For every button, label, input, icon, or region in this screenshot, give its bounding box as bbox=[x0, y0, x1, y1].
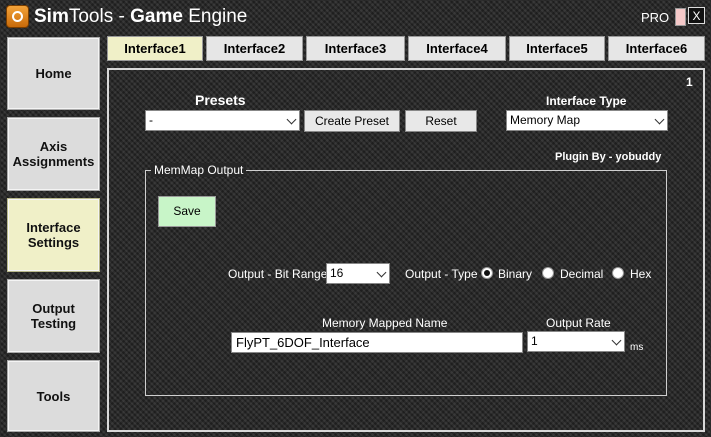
save-button[interactable]: Save bbox=[158, 196, 216, 227]
sidebar-item-label: Home bbox=[35, 66, 72, 81]
tab-interface1[interactable]: Interface1 bbox=[107, 36, 203, 61]
chevron-down-icon bbox=[286, 114, 297, 125]
interface-type-select[interactable]: Memory Map bbox=[506, 110, 668, 131]
reset-button[interactable]: Reset bbox=[405, 110, 477, 132]
sidebar-item-axis-assignments[interactable]: Axis Assignments bbox=[7, 117, 100, 191]
interface-type-label: Interface Type bbox=[546, 94, 627, 108]
tab-interface2[interactable]: Interface2 bbox=[206, 36, 303, 61]
chevron-down-icon bbox=[654, 114, 665, 125]
sidebar-item-label: Tools bbox=[36, 388, 71, 404]
output-rate-value: 1 bbox=[531, 334, 538, 348]
preset-select-value: - bbox=[149, 113, 153, 127]
tab-interface3[interactable]: Interface3 bbox=[306, 36, 405, 61]
presets-label: Presets bbox=[195, 92, 246, 108]
interface-number: 1 bbox=[686, 75, 693, 89]
sidebar-item-label: Output Testing bbox=[30, 301, 77, 331]
sidebar-item-output-testing[interactable]: Output Testing bbox=[7, 279, 100, 353]
output-rate-unit: ms bbox=[630, 342, 644, 353]
close-button[interactable]: X bbox=[688, 7, 705, 24]
edition-label: PRO bbox=[641, 10, 670, 25]
tab-interface5[interactable]: Interface5 bbox=[509, 36, 605, 61]
title-part-tools: Tools - bbox=[68, 6, 131, 27]
plugin-author: Plugin By - yobuddy bbox=[555, 151, 662, 163]
sidebar-item-home[interactable]: Home bbox=[7, 37, 100, 110]
output-rate-select[interactable]: 1 bbox=[527, 331, 625, 352]
preset-select[interactable]: - bbox=[145, 110, 300, 131]
memmap-output-group bbox=[145, 170, 667, 396]
mapped-name-label: Memory Mapped Name bbox=[322, 316, 448, 330]
bit-range-value: 16 bbox=[330, 266, 344, 280]
title-part-engine: Engine bbox=[182, 6, 248, 27]
title-bar: SimTools - Game Engine PRO X bbox=[0, 0, 711, 34]
radio-decimal[interactable] bbox=[542, 267, 554, 279]
app-logo-icon bbox=[6, 5, 29, 28]
sidebar-item-interface-settings[interactable]: Interface Settings bbox=[7, 198, 100, 272]
output-type-label: Output - Type bbox=[405, 267, 478, 281]
memmap-output-title: MemMap Output bbox=[151, 163, 247, 177]
tab-interface4[interactable]: Interface4 bbox=[408, 36, 506, 61]
radio-hex-label: Hex bbox=[630, 267, 652, 281]
edition-indicator bbox=[675, 8, 686, 26]
bit-range-select[interactable]: 16 bbox=[326, 263, 390, 284]
chevron-down-icon bbox=[376, 267, 387, 278]
window-title: SimTools - Game Engine bbox=[34, 6, 247, 28]
title-part-game: Game bbox=[130, 6, 183, 27]
bit-range-label: Output - Bit Range bbox=[228, 267, 328, 281]
radio-binary-label: Binary bbox=[498, 267, 533, 281]
sidebar-item-tools[interactable]: Tools bbox=[7, 360, 100, 432]
radio-hex[interactable] bbox=[612, 267, 624, 279]
radio-decimal-label: Decimal bbox=[560, 267, 604, 281]
chevron-down-icon bbox=[611, 335, 622, 346]
tab-interface6[interactable]: Interface6 bbox=[608, 36, 705, 61]
mapped-name-input[interactable]: FlyPT_6DOF_Interface bbox=[231, 332, 523, 353]
sidebar-item-label: Axis Assignments bbox=[12, 139, 95, 169]
interface-type-value: Memory Map bbox=[510, 113, 581, 127]
sidebar-item-label: Interface Settings bbox=[26, 220, 81, 250]
radio-binary[interactable] bbox=[481, 267, 493, 279]
title-part-sim: Sim bbox=[34, 6, 69, 27]
create-preset-button[interactable]: Create Preset bbox=[304, 110, 400, 132]
output-rate-label: Output Rate bbox=[546, 316, 611, 330]
